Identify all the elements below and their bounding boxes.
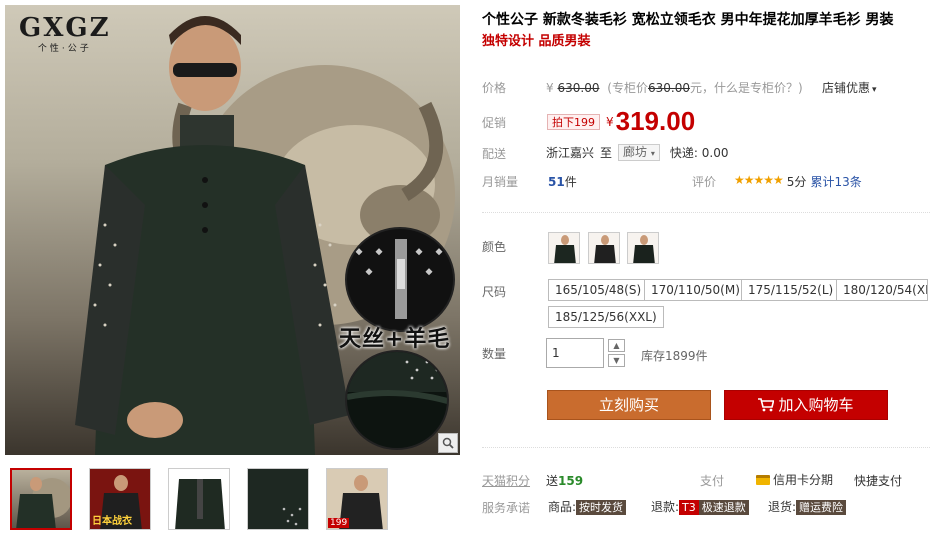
counter-price-suffix: 元，什么是专柜价？) [689, 81, 803, 95]
credit-card-installment[interactable]: 信用卡分期 [756, 471, 833, 488]
size-option-m[interactable]: 170/110/50(M) [644, 279, 747, 301]
price-label: 价格 [482, 81, 507, 95]
service-refund: 退款: T3 极速退款 [651, 498, 749, 515]
promo-tag: 拍下199 [547, 113, 600, 130]
chevron-down-icon: ▾ [650, 149, 655, 158]
size-option-s[interactable]: 165/105/48(S) [548, 279, 649, 301]
thumbnail-5[interactable]: 199 [326, 468, 388, 530]
shipping-origin: 浙江嘉兴 [546, 146, 595, 160]
brand-logo-text: GXGZ [19, 13, 111, 43]
quantity-label: 数量 [482, 347, 507, 361]
destination-select[interactable]: 廊坊 ▾ [618, 144, 660, 161]
add-to-cart-label: 加入购物车 [778, 396, 854, 414]
color-label: 颜色 [482, 240, 507, 254]
color-swatch-1[interactable] [548, 232, 580, 264]
return-label: 退货: [768, 500, 797, 514]
brand-logo: GXGZ 个性·公子 [19, 13, 111, 54]
price-currency: ¥ [546, 81, 554, 95]
thumbnail-2[interactable]: 日本战衣 [89, 468, 151, 530]
service-commitment-label: 服务承诺 [482, 501, 531, 515]
tmall-points-label[interactable]: 天猫积分 [482, 472, 530, 489]
shipping-row: 浙江嘉兴 至 廊坊 ▾ 快递: 0.00 [546, 144, 728, 161]
magnify-icon [442, 437, 454, 449]
on-time-delivery-badge: 按时发货 [576, 500, 627, 515]
rating-stars-icon: ★★★★★ [734, 173, 784, 187]
promo-currency: ¥ [606, 114, 614, 129]
goods-label: 商品: [548, 500, 577, 514]
promo-price-row: 拍下199 ¥ 319.00 [547, 106, 695, 137]
product-header: 个性公子 新款冬装毛衫 宽松立领毛衣 男中年提花加厚羊毛衫 男装 独特设计 品质… [482, 10, 930, 52]
divider-top [482, 212, 930, 213]
quick-pay-label: 快捷支付 [854, 474, 903, 488]
zoom-detail-zipper [345, 227, 455, 332]
main-product-image[interactable]: GXGZ 个性·公子 天丝+羊毛 [5, 5, 460, 455]
product-title: 个性公子 新款冬装毛衫 宽松立领毛衣 男中年提花加厚羊毛衫 男装 [482, 12, 894, 28]
quantity-input[interactable]: 1 [546, 338, 604, 368]
destination-value: 廊坊 [623, 145, 648, 159]
chevron-down-icon: ▼ [613, 356, 620, 365]
model-figure [75, 16, 350, 455]
shipping-label: 配送 [482, 147, 507, 161]
credit-card-label: 信用卡分期 [773, 473, 834, 487]
points-number: 159 [558, 474, 584, 488]
shipping-fee: 快递: 0.00 [669, 146, 729, 160]
fast-refund-badge: 极速退款 [698, 500, 749, 515]
quick-pay-dropdown[interactable]: 快捷支付 [854, 472, 902, 489]
monthly-sales-count: 51 [548, 175, 565, 189]
monthly-sales-unit: 件 [564, 175, 577, 189]
add-to-cart-button[interactable]: 加入购物车 [724, 390, 888, 420]
divider-bottom [482, 447, 930, 448]
service-goods: 商品: 按时发货 [548, 498, 627, 515]
tmall-points-value: 送159 [546, 472, 583, 489]
stock-count: 库存1899件 [641, 349, 708, 363]
thumbnail-5-caption: 199 [328, 518, 350, 528]
counter-price-value: 630.00 [647, 81, 690, 95]
color-swatch-3[interactable] [627, 232, 659, 264]
rating-score: 5分 [786, 175, 807, 189]
zoom-detail-knit [345, 350, 449, 450]
cart-icon [758, 398, 776, 412]
rating-row: ★★★★★ 5分 累计13条 [734, 173, 862, 190]
original-price: ¥ 630.00 (专柜价630.00元，什么是专柜价？) [546, 79, 803, 96]
service-return: 退货: 赠运费险 [768, 498, 847, 515]
thumbnail-1[interactable] [10, 468, 72, 530]
quantity-decrement[interactable]: ▼ [608, 354, 625, 367]
thumbnail-strip: 日本战衣 199 [10, 468, 388, 530]
promo-label: 促销 [482, 116, 507, 130]
points-prefix: 送 [546, 474, 559, 488]
review-count-link[interactable]: 累计13条 [810, 173, 861, 190]
payment-label: 支付 [700, 474, 725, 488]
shipping-insurance-badge: 赠运费险 [796, 500, 847, 515]
magnify-button[interactable] [438, 433, 458, 453]
chevron-down-icon: ▾ [872, 85, 877, 95]
size-option-xl[interactable]: 180/120/54(XL) [836, 279, 928, 301]
promo-price: 319.00 [615, 106, 696, 136]
size-option-xxl[interactable]: 185/125/56(XXL) [548, 306, 664, 328]
monthly-sales-label: 月销量 [482, 175, 519, 189]
store-discount-dropdown[interactable]: 店铺优惠 ▾ [822, 79, 877, 96]
rating-label: 评价 [692, 175, 717, 189]
size-option-l[interactable]: 175/115/52(L) [741, 279, 841, 301]
thumbnail-4[interactable] [247, 468, 309, 530]
store-discount-label: 店铺优惠 [822, 81, 871, 95]
material-caption: 天丝+羊毛 [339, 327, 451, 352]
thumbnail-2-caption: 日本战衣 [92, 516, 132, 527]
buy-now-label: 立刻购买 [598, 396, 659, 414]
size-label: 尺码 [482, 285, 507, 299]
shipping-to: 至 [600, 146, 613, 160]
counter-price-prefix: (专柜价 [607, 81, 648, 95]
monthly-sales-value: 51件 [548, 173, 577, 190]
chevron-up-icon: ▲ [613, 341, 620, 350]
refund-label: 退款: [651, 500, 680, 514]
refund-tag: T3 [679, 500, 699, 515]
credit-card-icon [756, 474, 770, 485]
color-swatch-2[interactable] [588, 232, 620, 264]
product-subtitle: 独特设计 品质男装 [482, 34, 591, 49]
quantity-increment[interactable]: ▲ [608, 339, 625, 352]
original-price-value: 630.00 [557, 81, 600, 95]
thumbnail-3[interactable] [168, 468, 230, 530]
buy-now-button[interactable]: 立刻购买 [547, 390, 711, 420]
